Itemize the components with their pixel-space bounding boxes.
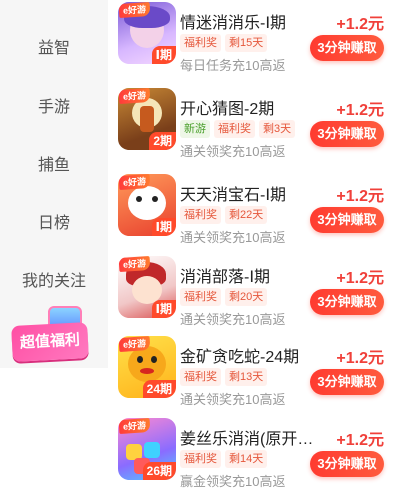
game-title: 金矿贪吃蛇-24期	[180, 349, 300, 366]
days-left-badge: 剩13天	[225, 368, 268, 386]
game-thumbnail: e好游 26期	[118, 418, 176, 480]
welfare-badge: 福利奖	[180, 206, 221, 224]
earn-button[interactable]: 3分钟赚取	[310, 35, 384, 61]
game-description: 每日任务充10高返	[180, 58, 286, 73]
days-left-badge: 剩3天	[259, 120, 296, 138]
reward-amount: +1.2元	[336, 350, 384, 367]
game-card[interactable]: e好游 Ⅰ期 情迷消消乐-Ⅰ期 +1.2元 福利奖 剩15天 每日任务充10高返 …	[118, 2, 400, 78]
game-title: 情迷消消乐-Ⅰ期	[180, 15, 287, 32]
game-title: 天天消宝石-Ⅰ期	[180, 187, 287, 204]
promo-label: 超值福利	[11, 322, 89, 362]
game-description: 通关领奖充10高返	[180, 312, 286, 327]
promo-banner[interactable]: 超值福利	[11, 306, 89, 368]
reward-amount: +1.2元	[336, 102, 384, 119]
badge-row: 福利奖 剩15天	[180, 33, 271, 53]
sidebar-item-fishing[interactable]: 捕鱼	[0, 151, 108, 175]
game-title: 消消部落-Ⅰ期	[180, 269, 271, 286]
game-description: 通关领奖充10高返	[180, 392, 286, 407]
sidebar-item-mobile-games[interactable]: 手游	[0, 93, 108, 117]
sidebar-item-daily-ranking[interactable]: 日榜	[0, 209, 108, 233]
game-description: 通关领奖充10高返	[180, 230, 286, 245]
game-card[interactable]: e好游 26期 姜丝乐消消(原开… +1.2元 福利奖 剩14天 赢金领奖充10高…	[118, 418, 400, 494]
sidebar-item-my-follows[interactable]: 我的关注	[0, 267, 108, 291]
badge-row: 新游 福利奖 剩3天	[180, 119, 299, 139]
badge-row: 福利奖 剩22天	[180, 205, 271, 225]
earn-button[interactable]: 3分钟赚取	[310, 121, 384, 147]
earn-button[interactable]: 3分钟赚取	[310, 207, 384, 233]
days-left-badge: 剩20天	[225, 288, 268, 306]
welfare-badge: 福利奖	[180, 368, 221, 386]
period-badge: Ⅰ期	[151, 46, 176, 64]
sidebar-item-puzzle[interactable]: 益智	[0, 34, 108, 58]
game-thumbnail: e好游 Ⅰ期	[118, 174, 176, 236]
badge-row: 福利奖 剩20天	[180, 287, 271, 307]
welfare-badge: 福利奖	[180, 34, 221, 52]
game-card[interactable]: e好游 24期 金矿贪吃蛇-24期 +1.2元 福利奖 剩13天 通关领奖充10高…	[118, 336, 400, 412]
days-left-badge: 剩15天	[225, 34, 268, 52]
game-card[interactable]: e好游 Ⅰ期 消消部落-Ⅰ期 +1.2元 福利奖 剩20天 通关领奖充10高返 3…	[118, 256, 400, 332]
period-badge: 2期	[149, 132, 176, 150]
game-description: 通关领奖充10高返	[180, 144, 286, 159]
days-left-badge: 剩22天	[225, 206, 268, 224]
period-badge: Ⅰ期	[151, 218, 176, 236]
days-left-badge: 剩14天	[225, 450, 268, 468]
reward-amount: +1.2元	[336, 16, 384, 33]
reward-amount: +1.2元	[336, 432, 384, 449]
game-title: 开心猜图-2期	[180, 101, 275, 118]
game-tag: e好游	[118, 418, 151, 435]
period-badge: Ⅰ期	[151, 300, 176, 318]
reward-amount: +1.2元	[336, 270, 384, 287]
game-thumbnail: e好游 24期	[118, 336, 176, 398]
welfare-badge: 福利奖	[214, 120, 255, 138]
earn-button[interactable]: 3分钟赚取	[310, 369, 384, 395]
game-card[interactable]: e好游 Ⅰ期 天天消宝石-Ⅰ期 +1.2元 福利奖 剩22天 通关领奖充10高返 …	[118, 174, 400, 250]
badge-row: 福利奖 剩14天	[180, 449, 271, 469]
earn-button[interactable]: 3分钟赚取	[310, 289, 384, 315]
game-title: 姜丝乐消消(原开…	[180, 431, 314, 448]
game-thumbnail: e好游 Ⅰ期	[118, 2, 176, 64]
game-thumbnail: e好游 2期	[118, 88, 176, 150]
game-thumbnail: e好游 Ⅰ期	[118, 256, 176, 318]
category-sidebar: 益智 手游 捕鱼 日榜 我的关注 超值福利	[0, 0, 108, 368]
game-card[interactable]: e好游 2期 开心猜图-2期 +1.2元 新游 福利奖 剩3天 通关领奖充10高返 …	[118, 88, 400, 164]
welfare-badge: 福利奖	[180, 450, 221, 468]
period-badge: 26期	[142, 462, 176, 480]
earn-button[interactable]: 3分钟赚取	[310, 451, 384, 477]
new-game-badge: 新游	[180, 120, 210, 138]
welfare-badge: 福利奖	[180, 288, 221, 306]
reward-amount: +1.2元	[336, 188, 384, 205]
badge-row: 福利奖 剩13天	[180, 367, 271, 387]
game-description: 赢金领奖充10高返	[180, 474, 286, 489]
period-badge: 24期	[142, 380, 176, 398]
